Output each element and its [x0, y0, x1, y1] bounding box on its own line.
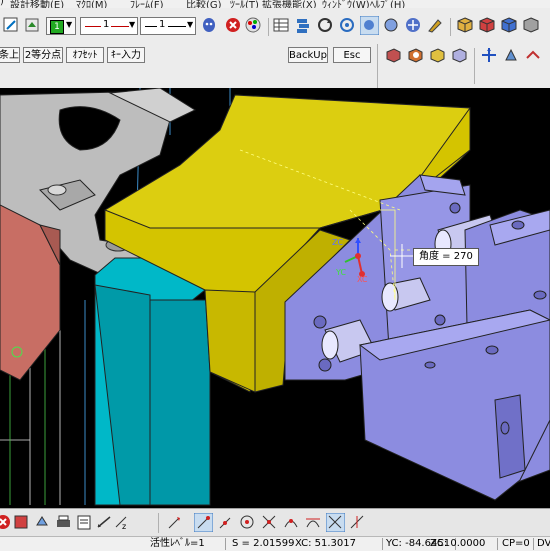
print-preview-icon[interactable]	[75, 513, 94, 532]
backup-button[interactable]: BackUp	[288, 47, 328, 63]
bisect-point-button[interactable]: 2等分点	[23, 47, 63, 63]
esc-button[interactable]: Esc	[333, 47, 371, 63]
axis-label-zc: ZC	[332, 238, 344, 247]
table-icon[interactable]	[272, 16, 291, 35]
status-zc: ZC: 0.0000	[430, 538, 486, 549]
mask-icon[interactable]	[200, 16, 219, 35]
status-bar: 活性ﾚﾍﾞﾙ=1 S = 2.01599 XC: 51.3017 YC: -84…	[0, 536, 550, 551]
brush-icon[interactable]	[426, 16, 445, 35]
solid-shell-icon[interactable]	[450, 46, 469, 65]
rotate-axis-icon[interactable]	[502, 46, 521, 65]
solid-intersect-icon[interactable]	[428, 46, 447, 65]
solid-union-icon[interactable]	[384, 46, 403, 65]
rotate-view-icon[interactable]	[316, 16, 335, 35]
offset-button[interactable]: ｵﾌｾｯﾄ	[66, 47, 104, 63]
rotate-copy-icon[interactable]	[33, 513, 52, 532]
mirror-icon[interactable]	[524, 46, 543, 65]
snap-perpendicular-active-icon[interactable]	[326, 513, 345, 532]
cube-gray-icon[interactable]	[522, 16, 541, 35]
level-value: 1	[50, 20, 64, 34]
layer-icon[interactable]	[24, 16, 43, 35]
shading-icon[interactable]	[382, 16, 401, 35]
cancel-button[interactable]: 条上	[0, 47, 20, 63]
axis-label-xc: XC	[357, 275, 368, 284]
cube-view-icon[interactable]	[456, 16, 475, 35]
axis-label-yc: YC	[336, 268, 347, 277]
layers-stack-icon[interactable]	[294, 16, 313, 35]
snap-end-active-icon[interactable]	[194, 513, 213, 532]
status-dv: DV	[537, 538, 550, 549]
view-settings-icon[interactable]	[404, 16, 423, 35]
line-width-selector[interactable]: 1 ▼	[140, 17, 196, 35]
refresh-icon[interactable]	[338, 16, 357, 35]
line-width-value: 1	[159, 19, 166, 30]
cancel-red-icon[interactable]	[224, 16, 243, 35]
toolbar-bottom: z	[0, 508, 550, 537]
snap-tangent-icon[interactable]	[304, 513, 323, 532]
move-axis-icon[interactable]	[480, 46, 499, 65]
line-type-selector[interactable]: 1 ▼	[80, 17, 138, 35]
snap-mid-icon[interactable]	[216, 513, 235, 532]
svg-text:z: z	[122, 522, 126, 531]
part-icon[interactable]	[12, 513, 31, 532]
print-icon[interactable]	[54, 513, 73, 532]
cad-viewport[interactable]: ZC YC XC	[0, 88, 550, 508]
color-palette-icon[interactable]	[244, 16, 263, 35]
zoom-axis-icon[interactable]: z	[112, 513, 131, 532]
menu-item-prev[interactable]: )	[0, 0, 4, 7]
chevron-down-icon: ▼	[129, 20, 136, 29]
snap-center-icon[interactable]	[238, 513, 257, 532]
snap-free-icon[interactable]	[165, 513, 184, 532]
toolbar-top: 1 ▼ 1 ▼ 1 ▼	[0, 8, 550, 44]
view-fit-active-icon[interactable]	[360, 16, 379, 35]
select-filter-icon[interactable]	[2, 16, 21, 35]
line-type-value: 1	[103, 19, 110, 30]
status-active-level: 活性ﾚﾍﾞﾙ=1	[150, 538, 205, 549]
cube-red-icon[interactable]	[478, 16, 497, 35]
angle-tooltip: 角度 = 270	[413, 248, 479, 266]
solid-subtract-icon[interactable]	[406, 46, 425, 65]
level-selector[interactable]: 1 ▼	[46, 17, 76, 35]
key-input-button[interactable]: ｷｰ入力	[107, 47, 145, 63]
snap-intersection-icon[interactable]	[260, 513, 279, 532]
chevron-down-icon: ▼	[187, 20, 194, 29]
status-scale: S = 2.01599	[232, 538, 295, 549]
cad-model	[0, 88, 550, 506]
cube-blue-icon[interactable]	[500, 16, 519, 35]
toolbar-command: 条上 2等分点 ｵﾌｾｯﾄ ｷｰ入力 BackUp Esc	[0, 44, 550, 89]
snap-arc-icon[interactable]	[282, 513, 301, 532]
status-xc: XC: 51.3017	[295, 538, 357, 549]
snap-nearest-icon[interactable]	[348, 513, 367, 532]
chevron-down-icon: ▼	[66, 20, 73, 29]
status-cp: CP=0	[502, 538, 530, 549]
